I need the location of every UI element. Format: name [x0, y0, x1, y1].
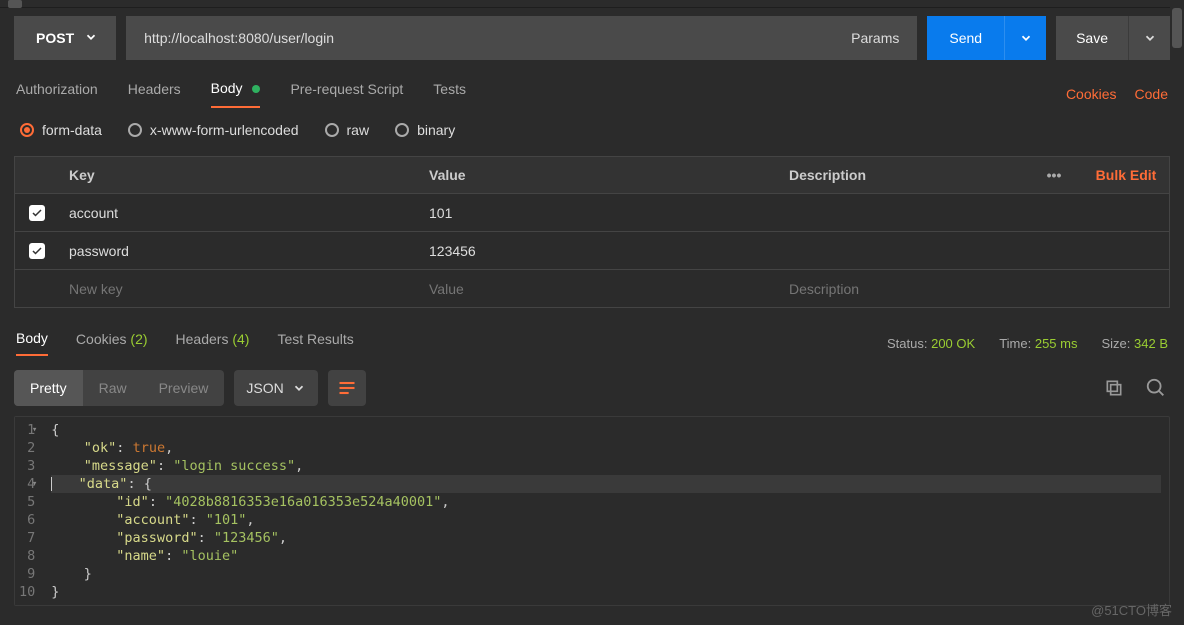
radio-form-data-label: form-data [42, 122, 102, 138]
copy-icon[interactable] [1100, 374, 1128, 402]
send-dropdown[interactable] [1004, 16, 1046, 60]
row-checkbox[interactable] [29, 205, 45, 221]
more-actions-icon[interactable]: ••• [1025, 167, 1083, 183]
request-row: POST Params Send Save [14, 16, 1170, 60]
table-row-new [14, 270, 1170, 308]
body-type-row: form-data x-www-form-urlencoded raw bina… [14, 122, 1170, 138]
resp-tab-cookies[interactable]: Cookies (2) [76, 331, 148, 355]
value-input[interactable] [429, 243, 762, 259]
size-value: 342 B [1134, 336, 1168, 351]
watermark: @51CTO博客 [1091, 600, 1172, 619]
tab-authorization[interactable]: Authorization [16, 81, 98, 107]
status-value: 200 OK [931, 336, 975, 351]
table-row [14, 194, 1170, 232]
radio-raw[interactable]: raw [325, 122, 370, 138]
value-input-new[interactable] [429, 281, 762, 297]
resp-tab-tests[interactable]: Test Results [277, 331, 353, 355]
chevron-down-icon [84, 30, 98, 47]
tab-tests[interactable]: Tests [433, 81, 466, 107]
radio-form-data[interactable]: form-data [20, 122, 102, 138]
line-gutter: 1▾ 2 3 4▾ 5 6 7 8 9 10 [15, 417, 43, 605]
tab-headers[interactable]: Headers [128, 81, 181, 107]
resp-tab-cookies-count: (2) [130, 331, 147, 347]
response-body[interactable]: 1▾ 2 3 4▾ 5 6 7 8 9 10 { "ok": true, "me… [14, 416, 1170, 606]
time-label: Time: [999, 336, 1031, 351]
resp-tab-body[interactable]: Body [16, 330, 48, 356]
view-raw[interactable]: Raw [83, 370, 143, 406]
value-input[interactable] [429, 205, 762, 221]
send-button[interactable]: Send [927, 30, 1004, 46]
right-scrollbar[interactable] [1170, 0, 1184, 625]
status-label: Status: [887, 336, 927, 351]
key-input[interactable] [69, 243, 402, 259]
bulk-edit-link[interactable]: Bulk Edit [1083, 167, 1169, 183]
method-select[interactable]: POST [14, 16, 116, 60]
code-link[interactable]: Code [1135, 86, 1168, 102]
tab-body[interactable]: Body [211, 80, 261, 108]
top-scrollbar[interactable] [0, 0, 1184, 8]
col-key: Key [59, 167, 419, 183]
resp-tab-headers-count: (4) [232, 331, 249, 347]
code-content: { "ok": true, "message": "login success"… [43, 417, 1169, 605]
format-select[interactable]: JSON [234, 370, 317, 406]
desc-input-new[interactable] [789, 281, 1013, 297]
send-button-group: Send [927, 16, 1046, 60]
table-row [14, 232, 1170, 270]
view-preview[interactable]: Preview [143, 370, 225, 406]
radio-raw-label: raw [347, 122, 370, 138]
key-input[interactable] [69, 205, 402, 221]
radio-binary-label: binary [417, 122, 455, 138]
view-mode-segment: Pretty Raw Preview [14, 370, 224, 406]
radio-binary[interactable]: binary [395, 122, 455, 138]
col-desc: Description [779, 167, 1025, 183]
viewer-controls: Pretty Raw Preview JSON [14, 370, 1170, 406]
url-input[interactable] [126, 16, 833, 60]
cookies-link[interactable]: Cookies [1066, 86, 1117, 102]
radio-xwww[interactable]: x-www-form-urlencoded [128, 122, 299, 138]
save-button[interactable]: Save [1056, 30, 1128, 46]
size-label: Size: [1101, 336, 1130, 351]
time-value: 255 ms [1035, 336, 1078, 351]
key-input-new[interactable] [69, 281, 402, 297]
tab-prerequest[interactable]: Pre-request Script [290, 81, 403, 107]
resp-tab-headers-label: Headers [176, 331, 229, 347]
row-checkbox[interactable] [29, 243, 45, 259]
wrap-lines-button[interactable] [328, 370, 366, 406]
table-header: Key Value Description ••• Bulk Edit [14, 156, 1170, 194]
col-value: Value [419, 167, 779, 183]
search-icon[interactable] [1142, 374, 1170, 402]
save-button-group: Save [1056, 16, 1170, 60]
resp-tab-headers[interactable]: Headers (4) [176, 331, 250, 355]
radio-xwww-label: x-www-form-urlencoded [150, 122, 299, 138]
active-dot-icon [252, 85, 260, 93]
form-data-table: Key Value Description ••• Bulk Edit [14, 156, 1170, 308]
tab-body-label: Body [211, 80, 243, 96]
request-tabs: Authorization Headers Body Pre-request S… [14, 80, 1170, 108]
method-label: POST [36, 30, 74, 46]
view-pretty[interactable]: Pretty [14, 370, 83, 406]
save-dropdown[interactable] [1128, 16, 1170, 60]
params-button[interactable]: Params [833, 16, 917, 60]
resp-tab-cookies-label: Cookies [76, 331, 127, 347]
response-tabs: Body Cookies (2) Headers (4) Test Result… [14, 330, 1170, 356]
url-box: Params [126, 16, 917, 60]
response-meta: Status: 200 OK Time: 255 ms Size: 342 B [887, 336, 1168, 351]
format-label: JSON [246, 380, 283, 396]
